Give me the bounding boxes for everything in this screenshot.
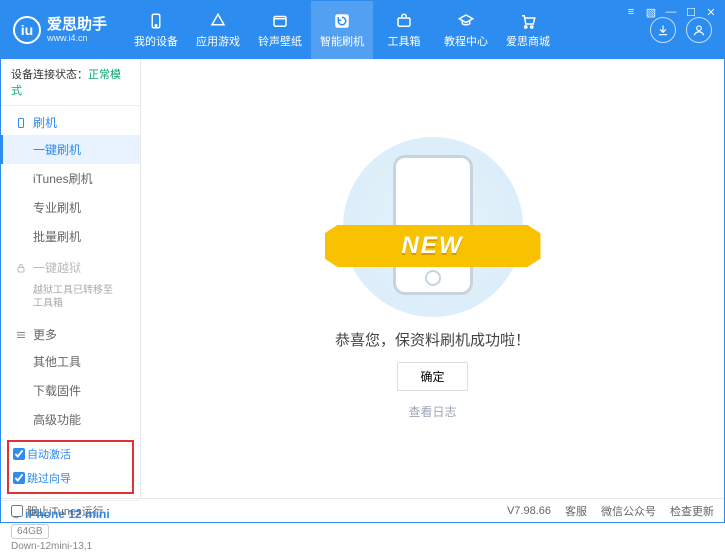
app-header: iu 爱思助手 www.i4.cn 我的设备 应用游戏 铃声壁纸 智能刷机 工具… — [1, 1, 724, 59]
flash-options: 自动激活 跳过向导 — [7, 440, 134, 494]
phone-icon — [147, 12, 165, 30]
apps-icon — [209, 12, 227, 30]
skin-icon[interactable]: ▧ — [644, 5, 658, 19]
skip-guide-checkbox[interactable]: 跳过向导 — [13, 470, 71, 486]
toolbox-icon — [395, 12, 413, 30]
main-nav: 我的设备 应用游戏 铃声壁纸 智能刷机 工具箱 教程中心 爱思商城 — [125, 1, 559, 59]
refresh-icon — [333, 12, 351, 30]
lock-icon — [15, 262, 27, 274]
auto-activate-checkbox[interactable]: 自动激活 — [13, 446, 71, 462]
version-label: V7.98.66 — [507, 505, 551, 517]
maximize-button[interactable]: ☐ — [684, 5, 698, 19]
app-subtitle: www.i4.cn — [47, 33, 107, 43]
main-content: NEW 恭喜您，保资料刷机成功啦！ 确定 查看日志 — [141, 59, 724, 498]
block-itunes-checkbox[interactable]: 阻止iTunes运行 — [11, 503, 104, 519]
close-button[interactable]: ✕ — [704, 5, 718, 19]
folder-icon — [271, 12, 289, 30]
download-icon — [656, 23, 670, 37]
account-button[interactable] — [686, 17, 712, 43]
new-ribbon: NEW — [325, 225, 541, 267]
nav-apps[interactable]: 应用游戏 — [187, 1, 249, 59]
sidebar-item-pro-flash[interactable]: 专业刷机 — [1, 193, 140, 222]
nav-tutorials[interactable]: 教程中心 — [435, 1, 497, 59]
logo-icon: iu — [13, 16, 41, 44]
sidebar-group-more[interactable]: 更多 — [1, 318, 140, 347]
sidebar-item-download-fw[interactable]: 下载固件 — [1, 376, 140, 405]
sidebar-item-other-tools[interactable]: 其他工具 — [1, 347, 140, 376]
nav-my-device[interactable]: 我的设备 — [125, 1, 187, 59]
logo: iu 爱思助手 www.i4.cn — [13, 16, 107, 44]
download-button[interactable] — [650, 17, 676, 43]
nav-toolbox[interactable]: 工具箱 — [373, 1, 435, 59]
ok-button[interactable]: 确定 — [397, 362, 467, 391]
sidebar-item-batch-flash[interactable]: 批量刷机 — [1, 222, 140, 251]
app-title: 爱思助手 — [47, 17, 107, 34]
user-icon — [692, 23, 706, 37]
minimize-button[interactable]: — — [664, 5, 678, 19]
device-storage: 64GB — [11, 524, 49, 539]
sidebar-item-advanced[interactable]: 高级功能 — [1, 405, 140, 434]
sidebar-item-itunes-flash[interactable]: iTunes刷机 — [1, 164, 140, 193]
menu-icon — [15, 329, 27, 341]
header-actions — [650, 17, 712, 43]
device-status: 设备连接状态：正常模式 — [1, 59, 140, 106]
graduation-icon — [457, 12, 475, 30]
menu-icon[interactable]: ≡ — [624, 5, 638, 19]
sidebar-item-onekey-flash[interactable]: 一键刷机 — [1, 135, 140, 164]
customer-service-link[interactable]: 客服 — [565, 503, 587, 519]
sidebar: 设备连接状态：正常模式 刷机 一键刷机 iTunes刷机 专业刷机 批量刷机 一… — [1, 59, 141, 498]
success-illustration: NEW — [343, 137, 523, 317]
sidebar-group-jailbreak: 一键越狱 — [1, 251, 140, 280]
sidebar-group-flash[interactable]: 刷机 — [1, 106, 140, 135]
check-update-link[interactable]: 检查更新 — [670, 503, 714, 519]
wechat-link[interactable]: 微信公众号 — [601, 503, 656, 519]
device-firmware: Down-12mini-13,1 — [11, 541, 130, 552]
nav-smart-flash[interactable]: 智能刷机 — [311, 1, 373, 59]
nav-store[interactable]: 爱思商城 — [497, 1, 559, 59]
phone-icon — [15, 117, 27, 129]
view-log-link[interactable]: 查看日志 — [408, 403, 456, 420]
window-controls: ≡ ▧ — ☐ ✕ — [624, 5, 718, 19]
jailbreak-note: 越狱工具已转移至 工具箱 — [1, 280, 140, 318]
success-message: 恭喜您，保资料刷机成功啦！ — [335, 329, 530, 350]
cart-icon — [519, 12, 537, 30]
nav-ringtones[interactable]: 铃声壁纸 — [249, 1, 311, 59]
